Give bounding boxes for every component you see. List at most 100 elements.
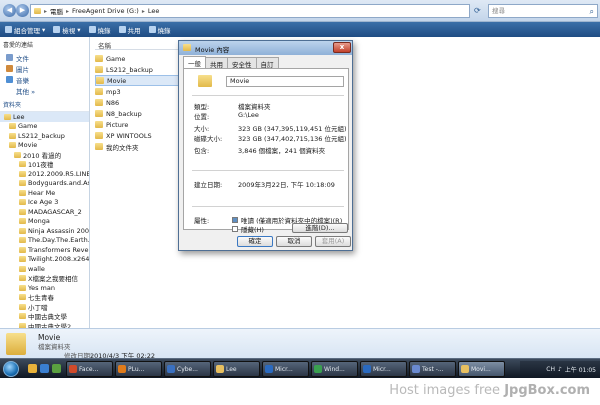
tree-item[interactable]: 七生青春 (0, 293, 89, 302)
taskbar-button-label: Movi... (471, 365, 491, 373)
search-icon[interactable]: ⌕ (590, 6, 594, 18)
tree-item-label: walle (28, 264, 45, 273)
tree-item[interactable]: Bodyguards.and.As (0, 179, 89, 189)
toolbar-item-2[interactable]: 燒錄 (87, 25, 113, 35)
system-tray: CH ♪ 上午 01:05 (520, 361, 600, 377)
tree-item[interactable]: Game (0, 122, 89, 132)
taskbar-button[interactable]: Face... (66, 361, 113, 377)
tree-item-label: X檔案之我要相信 (28, 275, 78, 283)
close-button[interactable]: x (333, 42, 351, 53)
clock[interactable]: 上午 01:05 (565, 365, 596, 374)
favorite-link[interactable]: 其他 » (0, 85, 89, 96)
file-item[interactable]: Movie (95, 75, 185, 86)
toolbar-label: 燒錄 (157, 26, 171, 35)
file-item-label: 我的文件夾 (106, 143, 139, 152)
tree-item[interactable]: 中國古典文學2 (0, 321, 89, 328)
tree-item[interactable]: The.Day.The.Earth.S (0, 236, 89, 246)
taskbar-button[interactable]: Cybe... (164, 361, 211, 377)
tree-item[interactable]: 101夜禮 (0, 160, 89, 169)
folder-name-input[interactable]: Movie (226, 76, 344, 87)
file-item[interactable]: XP WINTOOLS (95, 130, 185, 141)
tree-item[interactable]: X檔案之我要相信 (0, 274, 89, 283)
taskbar-button-label: Micr... (275, 365, 293, 373)
tree-item[interactable]: Monga (0, 217, 89, 227)
folder-icon (198, 75, 212, 87)
address-input[interactable]: ▸ 電腦 ▸ FreeAgent Drive (G:) ▸ Lee (30, 4, 470, 18)
tree-item[interactable]: LS212_backup (0, 131, 89, 141)
ok-button[interactable]: 確定 (237, 236, 273, 247)
advanced-button[interactable]: 進階(D)... (292, 223, 348, 233)
tree-item[interactable]: Transformers Rever (0, 245, 89, 255)
file-item[interactable]: N8_backup (95, 108, 185, 119)
tree-item[interactable]: Twilight.2008.x264. (0, 255, 89, 265)
file-item[interactable]: N86 (95, 97, 185, 108)
apply-button[interactable]: 套用(A) (315, 236, 351, 247)
favorite-link[interactable]: 圖片 (0, 63, 89, 74)
tree-item-label: Game (18, 122, 38, 131)
quick-launch-icon[interactable] (28, 364, 37, 373)
speaker-icon[interactable]: ♪ (558, 366, 562, 373)
tree-item[interactable]: Lee (0, 112, 89, 122)
start-button[interactable] (3, 361, 19, 377)
tree-item[interactable]: 2010 看過的 (0, 150, 89, 160)
forward-icon[interactable]: ▶ (16, 4, 29, 17)
tree-item[interactable]: MADAGASCAR_2 (0, 207, 89, 217)
toolbar-item-3[interactable]: 共用 (117, 25, 143, 35)
toolbar-item-4[interactable]: 燒錄 (147, 25, 173, 35)
taskbar-button-label: Face... (79, 365, 99, 373)
taskbar-button[interactable]: Lee (213, 361, 260, 377)
cancel-button[interactable]: 取消 (276, 236, 312, 247)
language-indicator[interactable]: CH (546, 366, 555, 373)
file-item[interactable]: 我的文件夾 (95, 141, 185, 152)
tree-item[interactable]: Yes man (0, 283, 89, 293)
toolbar-item-1[interactable]: 檢視 ▾ (51, 25, 82, 35)
search-input[interactable]: 搜尋 ⌕ (488, 4, 598, 18)
folders-header[interactable]: 資料夾 (0, 98, 89, 112)
back-icon[interactable]: ◀ (3, 4, 16, 17)
breadcrumb-lee[interactable]: Lee (148, 7, 160, 15)
taskbar-button[interactable]: Test -... (409, 361, 456, 377)
taskbar-button[interactable]: Movi... (458, 361, 505, 377)
toolbar-icon (88, 26, 96, 33)
dialog-title: Movie 內容 (195, 46, 230, 54)
quick-launch-icon[interactable] (52, 364, 61, 373)
refresh-icon[interactable]: ⟳ (474, 6, 481, 15)
column-header-name[interactable]: 名稱 (95, 40, 179, 50)
hidden-checkbox-row[interactable]: 隱藏(H) (232, 224, 264, 234)
chevron-icon: ▸ (141, 7, 145, 15)
tree-item[interactable]: Movie (0, 141, 89, 151)
tree-item[interactable]: Ninja Assassin 2009 (0, 226, 89, 236)
file-item[interactable]: mp3 (95, 86, 185, 97)
tree-item[interactable]: 2012.2009.R5.LINE (0, 169, 89, 179)
folder-icon (19, 218, 26, 225)
tree-item[interactable]: Ice Age 3 (0, 198, 89, 208)
file-item[interactable]: LS212_backup (95, 64, 185, 75)
breadcrumb-computer[interactable]: 電腦 (50, 6, 63, 16)
taskbar-button[interactable]: Micr... (262, 361, 309, 377)
dialog-titlebar[interactable]: Movie 內容 x (179, 41, 352, 55)
tree-item[interactable]: 小丁噹 (0, 302, 89, 312)
navigation-pane: 喜愛的連結 文件 圖片 音樂 其他 » 資料夾 Lee Game LS212_backup… (0, 37, 90, 328)
folder-icon (19, 256, 26, 263)
tree-item[interactable]: 中國古典文學 (0, 312, 89, 321)
tree-item[interactable]: walle (0, 264, 89, 274)
taskbar-button-label: Test -... (422, 365, 444, 373)
toolbar-icon (148, 26, 156, 33)
breadcrumb-drive[interactable]: FreeAgent Drive (G:) (72, 7, 139, 15)
favorite-link[interactable]: 文件 (0, 52, 89, 63)
taskbar-button[interactable]: Micr... (360, 361, 407, 377)
file-item[interactable]: Picture (95, 119, 185, 130)
tree-item-label: The.Day.The.Earth.S (28, 236, 89, 245)
quick-launch-icon[interactable] (40, 364, 49, 373)
folder-icon (183, 44, 191, 51)
readonly-checkbox[interactable] (232, 217, 238, 223)
toolbar-item-0[interactable]: 組合管理 ▾ (3, 25, 47, 35)
favorite-label: 其他 » (16, 87, 36, 96)
tree-item[interactable]: Hear Me (0, 188, 89, 198)
file-item[interactable]: Game (95, 53, 185, 64)
favorite-link[interactable]: 音樂 (0, 74, 89, 85)
taskbar-button[interactable]: PLu... (115, 361, 162, 377)
taskbar: Face... PLu... Cybe... Lee Micr... Wind... Mic… (0, 358, 600, 378)
hidden-checkbox[interactable] (232, 226, 238, 232)
taskbar-button[interactable]: Wind... (311, 361, 358, 377)
